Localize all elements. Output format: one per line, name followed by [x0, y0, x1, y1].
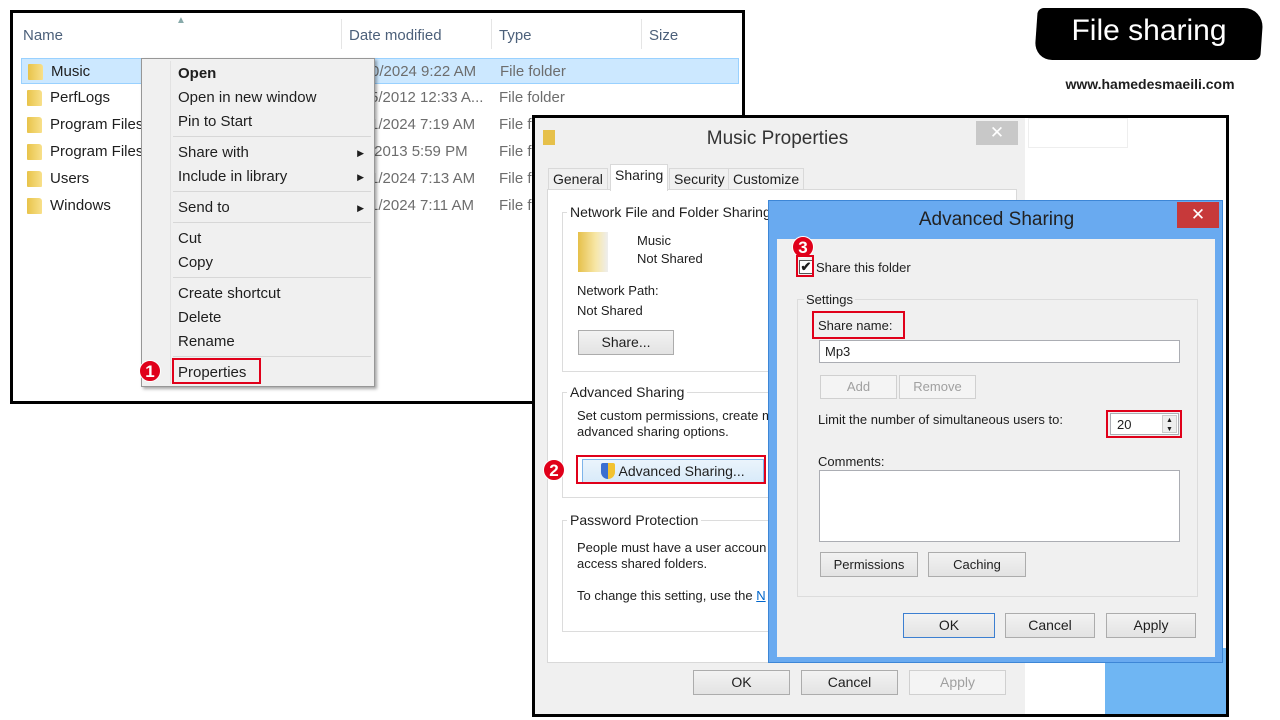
dialog-title: Advanced Sharing: [918, 209, 1075, 230]
menu-item-include-in-library[interactable]: Include in library: [178, 168, 287, 185]
tab-sharing[interactable]: Sharing: [610, 164, 669, 191]
column-header-size[interactable]: Size: [649, 27, 678, 44]
tab-security[interactable]: Security: [669, 168, 730, 190]
permissions-button[interactable]: Permissions: [820, 552, 918, 577]
remove-button[interactable]: Remove: [899, 375, 976, 399]
cancel-button[interactable]: Cancel: [801, 670, 898, 695]
menu-separator: [173, 356, 371, 357]
ok-button[interactable]: OK: [903, 613, 995, 638]
column-header-date[interactable]: Date modified: [349, 27, 442, 44]
sort-ascending-icon: ▲: [176, 15, 186, 26]
menu-item-cut[interactable]: Cut: [178, 230, 201, 247]
menu-separator: [173, 277, 371, 278]
file-type: File f: [499, 143, 532, 160]
highlight-share-name: [812, 311, 905, 339]
menu-separator: [173, 222, 371, 223]
menu-item-create-shortcut[interactable]: Create shortcut: [178, 285, 281, 302]
file-name: Program Files: [50, 143, 144, 160]
step-badge-1: 1: [139, 360, 161, 382]
share-button[interactable]: Share...: [578, 330, 674, 355]
file-date: /2013 5:59 PM: [370, 143, 468, 160]
network-path-label: Network Path:: [577, 283, 659, 298]
brand-url: www.hamedesmaeili.com: [1065, 76, 1235, 92]
password-protection-label: Password Protection: [567, 512, 702, 528]
file-date: 5/2012 12:33 A...: [370, 89, 484, 106]
advanced-description: Set custom permissions, create m: [577, 408, 773, 423]
file-type: File folder: [500, 63, 566, 80]
folder-name: Music: [637, 233, 671, 248]
highlight-user-limit: [1106, 410, 1182, 438]
cancel-button[interactable]: Cancel: [1005, 613, 1095, 638]
menu-item-pin-to-start[interactable]: Pin to Start: [178, 113, 252, 130]
add-button[interactable]: Add: [820, 375, 897, 399]
file-row[interactable]: PerfLogs 5/2012 12:33 A... File folder: [21, 85, 739, 111]
step-badge-2: 2: [543, 459, 565, 481]
tab-general[interactable]: General: [548, 168, 608, 190]
highlight-share-checkbox: [796, 255, 814, 277]
file-date: 1/2024 7:13 AM: [370, 170, 476, 187]
folder-icon: [28, 64, 43, 80]
advanced-sharing-group-label: Advanced Sharing: [567, 384, 688, 400]
column-header-type[interactable]: Type: [499, 27, 532, 44]
share-name-input[interactable]: Mp3: [819, 340, 1180, 363]
close-button[interactable]: ✕: [976, 121, 1018, 145]
menu-item-open-in-new-window[interactable]: Open in new window: [178, 89, 316, 106]
brand-title: File sharing: [1071, 14, 1227, 47]
file-date: 1/2024 7:11 AM: [370, 197, 474, 214]
file-type: File f: [499, 116, 532, 133]
menu-item-delete[interactable]: Delete: [178, 309, 221, 326]
file-type: File f: [499, 197, 532, 214]
network-sharing-label: Network File and Folder Sharing: [567, 204, 774, 220]
highlight-advanced-sharing: [576, 455, 766, 484]
close-button[interactable]: ✕: [1177, 202, 1219, 228]
settings-group-label: Settings: [804, 292, 855, 307]
file-name: Windows: [50, 197, 111, 214]
tab-customize[interactable]: Customize: [728, 168, 805, 190]
folder-icon: [27, 117, 42, 133]
context-menu: Open Open in new window Pin to Start Share …: [141, 58, 375, 387]
file-name: Music: [51, 63, 91, 80]
menu-item-copy[interactable]: Copy: [178, 254, 213, 271]
network-path-value: Not Shared: [577, 303, 643, 318]
file-date: 0/2024 9:22 AM: [371, 63, 477, 80]
submenu-arrow-icon: ▶: [357, 203, 364, 213]
folder-icon: [27, 171, 42, 187]
folder-icon: [27, 144, 42, 160]
menu-item-open[interactable]: Open: [178, 65, 216, 82]
folder-icon: [27, 198, 42, 214]
file-date: 1/2024 7:19 AM: [370, 116, 476, 133]
menu-item-rename[interactable]: Rename: [178, 333, 235, 350]
dialog-title: Music Properties: [706, 128, 849, 149]
column-header-name[interactable]: Name: [23, 27, 63, 44]
file-name: PerfLogs: [50, 89, 111, 106]
password-setting-text: To change this setting, use the N: [577, 588, 766, 603]
folder-status: Not Shared: [637, 251, 703, 266]
file-type: File folder: [499, 89, 565, 106]
advanced-description-2: advanced sharing options.: [577, 424, 729, 439]
menu-separator: [173, 191, 371, 192]
password-description: People must have a user accoun: [577, 540, 767, 555]
password-description-2: access shared folders.: [577, 556, 708, 571]
submenu-arrow-icon: ▶: [357, 148, 364, 158]
submenu-arrow-icon: ▶: [357, 172, 364, 182]
user-limit-label: Limit the number of simultaneous users t…: [818, 412, 1063, 427]
ok-button[interactable]: OK: [693, 670, 790, 695]
comments-label: Comments:: [818, 454, 885, 469]
folder-icon: [27, 90, 42, 106]
apply-button[interactable]: Apply: [909, 670, 1006, 695]
menu-item-share-with[interactable]: Share with: [178, 144, 249, 161]
apply-button[interactable]: Apply: [1106, 613, 1196, 638]
file-name: Program Files: [50, 116, 144, 133]
menu-separator: [173, 136, 371, 137]
folder-icon: [578, 232, 608, 272]
comments-input[interactable]: [819, 470, 1180, 542]
menu-item-send-to[interactable]: Send to: [178, 199, 230, 216]
caching-button[interactable]: Caching: [928, 552, 1026, 577]
file-name: Users: [50, 170, 90, 187]
share-folder-label[interactable]: Share this folder: [816, 260, 911, 275]
file-row[interactable]: Music 0/2024 9:22 AM File folder: [21, 58, 739, 84]
highlight-properties: [172, 358, 261, 384]
file-type: File f: [499, 170, 532, 187]
network-center-link[interactable]: N: [756, 588, 765, 603]
